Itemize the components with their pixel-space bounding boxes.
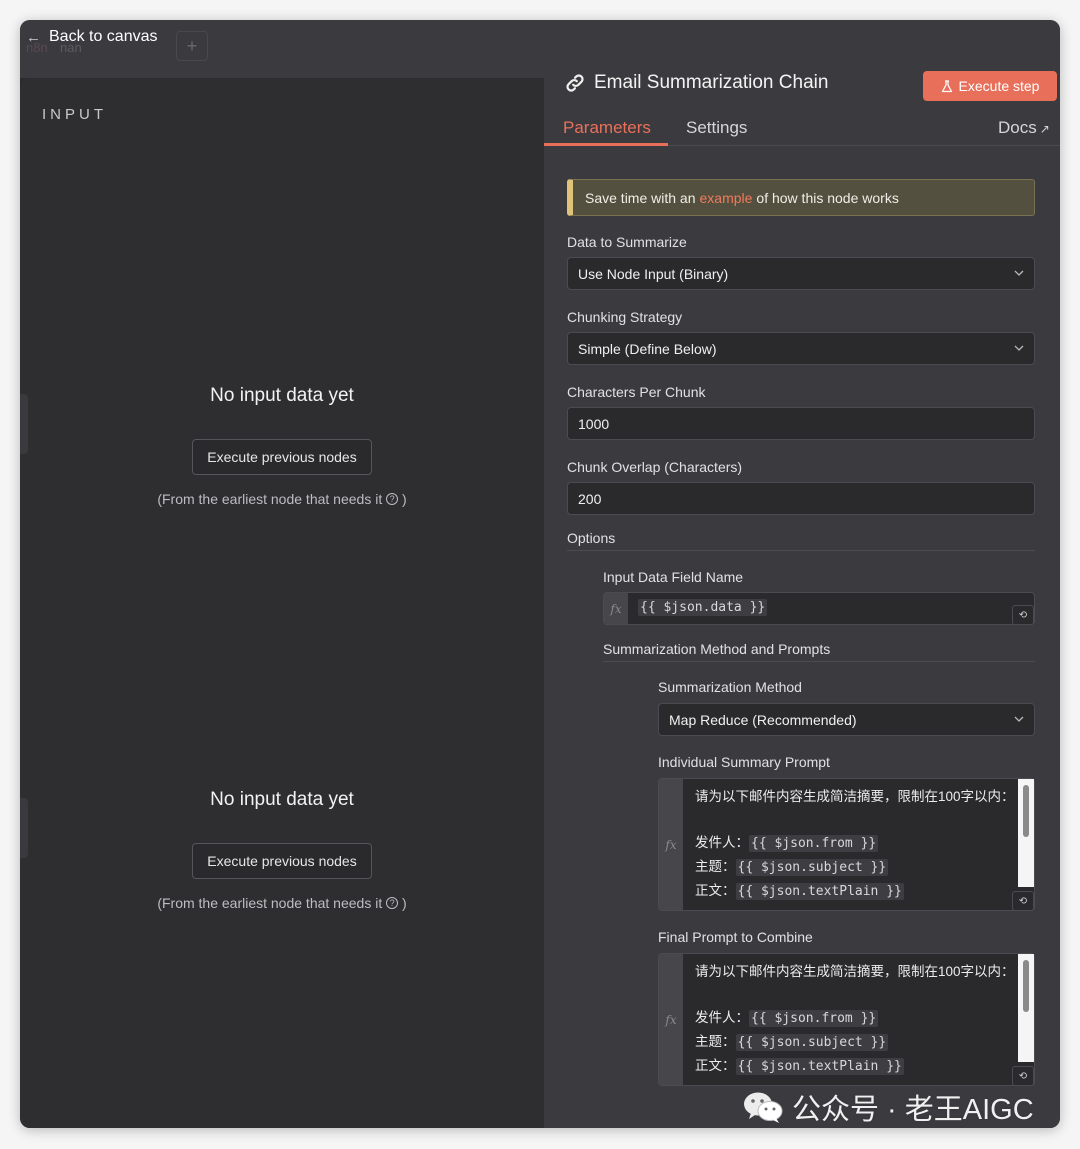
reset-expression-icon[interactable]: ⟲ [1012, 605, 1034, 625]
prompt-intro: 请为以下邮件内容生成简洁摘要，限制在100字以内： [695, 964, 1015, 979]
hint-close: ) [402, 895, 407, 911]
active-tab-indicator [544, 143, 668, 146]
data-to-summarize-value: Use Node Input (Binary) [578, 265, 729, 282]
individual-prompt-editor[interactable]: fx 请为以下邮件内容生成简洁摘要，限制在100字以内： 发件人：{{ $jso… [658, 778, 1035, 911]
divider [603, 661, 1035, 662]
execute-previous-nodes-button[interactable]: Execute previous nodes [192, 439, 372, 475]
execute-previous-nodes-button[interactable]: Execute previous nodes [192, 843, 372, 879]
link-chain-icon [566, 74, 584, 92]
tab-settings[interactable]: Settings [686, 118, 747, 138]
summarization-method-value: Map Reduce (Recommended) [669, 711, 857, 728]
empty-state-hint: (From the earliest node that needs it ? … [20, 895, 544, 911]
input-field-name-value: {{ $json.data }} [638, 599, 768, 616]
chevron-down-icon [1014, 716, 1024, 722]
scrollbar[interactable] [1018, 779, 1034, 887]
chars-per-chunk-label: Characters Per Chunk [567, 384, 706, 400]
node-parameters-panel: Email Summarization Chain Execute step P… [544, 52, 1060, 1128]
docs-label: Docs [998, 118, 1037, 137]
chevron-down-icon [1014, 345, 1024, 351]
help-circle-icon[interactable]: ? [386, 493, 399, 505]
options-label: Options [567, 530, 616, 546]
fx-icon: fx [659, 954, 683, 1085]
data-to-summarize-select[interactable]: Use Node Input (Binary) [567, 257, 1035, 290]
scrollbar[interactable] [1018, 954, 1034, 1062]
data-to-summarize-label: Data to Summarize [567, 234, 687, 250]
node-title[interactable]: Email Summarization Chain [594, 72, 828, 94]
wechat-icon [744, 1092, 783, 1123]
chunking-strategy-select[interactable]: Simple (Define Below) [567, 332, 1035, 365]
scrollbar-thumb[interactable] [1023, 960, 1029, 1012]
chevron-down-icon [1014, 270, 1024, 276]
notice-text-after: of how this node works [756, 189, 899, 206]
node-header: Email Summarization Chain [564, 72, 828, 94]
method-section-label: Summarization Method and Prompts [603, 641, 831, 657]
notice-text-before: Save time with an [585, 189, 696, 206]
back-to-canvas-label: Back to canvas [49, 28, 158, 45]
input-panel-title: INPUT [42, 106, 107, 123]
chunking-strategy-label: Chunking Strategy [567, 309, 683, 325]
chunk-overlap-input[interactable]: 200 [567, 482, 1035, 515]
prompt-intro: 请为以下邮件内容生成简洁摘要，限制在100字以内： [695, 789, 1015, 804]
fx-icon: fx [659, 779, 683, 910]
final-prompt-text: 请为以下邮件内容生成简洁摘要，限制在100字以内： 发件人：{{ $json.f… [695, 960, 1015, 1078]
summarization-method-label: Summarization Method [658, 679, 802, 695]
input-field-name-label: Input Data Field Name [603, 569, 744, 585]
example-notice: Save time with an example of how this no… [567, 179, 1035, 216]
empty-state: No input data yet Execute previous nodes… [20, 385, 544, 507]
final-prompt-editor[interactable]: fx 请为以下邮件内容生成简洁摘要，限制在100字以内： 发件人：{{ $jso… [658, 953, 1035, 1086]
chunking-strategy-value: Simple (Define Below) [578, 340, 717, 357]
fx-icon: fx [604, 593, 628, 624]
hint-text: (From the earliest node that needs it [157, 491, 383, 507]
external-link-icon: ↗ [1039, 122, 1050, 136]
empty-state: No input data yet Execute previous nodes… [20, 789, 544, 911]
input-panel: INPUT No input data yet Execute previous… [20, 78, 544, 1128]
summarization-method-select[interactable]: Map Reduce (Recommended) [658, 703, 1035, 736]
execute-step-button[interactable]: Execute step [923, 71, 1057, 101]
tab-docs[interactable]: Docs ↗ [998, 118, 1050, 138]
app-window: n8n nan ← Back to canvas + INPUT No inpu… [20, 20, 1060, 1128]
chars-per-chunk-input[interactable]: 1000 [567, 407, 1035, 440]
arrow-left-icon: ← [26, 28, 41, 46]
watermark-text: 公众号 · 老王AIGC [792, 1094, 1034, 1126]
add-node-button[interactable]: + [176, 31, 208, 61]
reset-expression-icon[interactable]: ⟲ [1012, 891, 1034, 911]
individual-prompt-label: Individual Summary Prompt [658, 754, 830, 770]
divider [567, 550, 1035, 551]
empty-state-hint: (From the earliest node that needs it ? … [20, 491, 544, 507]
input-field-name-expression[interactable]: fx {{ $json.data }} ⟲ [603, 592, 1035, 625]
flask-icon [941, 79, 952, 92]
final-prompt-label: Final Prompt to Combine [658, 929, 813, 945]
node-tabs: Parameters Settings Docs ↗ [544, 114, 1060, 146]
individual-prompt-text: 请为以下邮件内容生成简洁摘要，限制在100字以内： 发件人：{{ $json.f… [695, 785, 1015, 903]
hint-text: (From the earliest node that needs it [157, 895, 383, 911]
chunk-overlap-label: Chunk Overlap (Characters) [567, 459, 743, 475]
execute-step-label: Execute step [958, 78, 1040, 94]
back-to-canvas-link[interactable]: ← Back to canvas [26, 28, 158, 46]
empty-state-title: No input data yet [210, 385, 354, 406]
empty-state-title: No input data yet [210, 789, 354, 810]
reset-expression-icon[interactable]: ⟲ [1012, 1066, 1034, 1086]
tab-parameters[interactable]: Parameters [563, 118, 651, 138]
scrollbar-thumb[interactable] [1023, 785, 1029, 837]
watermark: 公众号 · 老王AIGC [742, 1086, 1034, 1128]
example-link[interactable]: example [700, 190, 753, 206]
hint-close: ) [402, 491, 407, 507]
help-circle-icon[interactable]: ? [386, 897, 399, 909]
